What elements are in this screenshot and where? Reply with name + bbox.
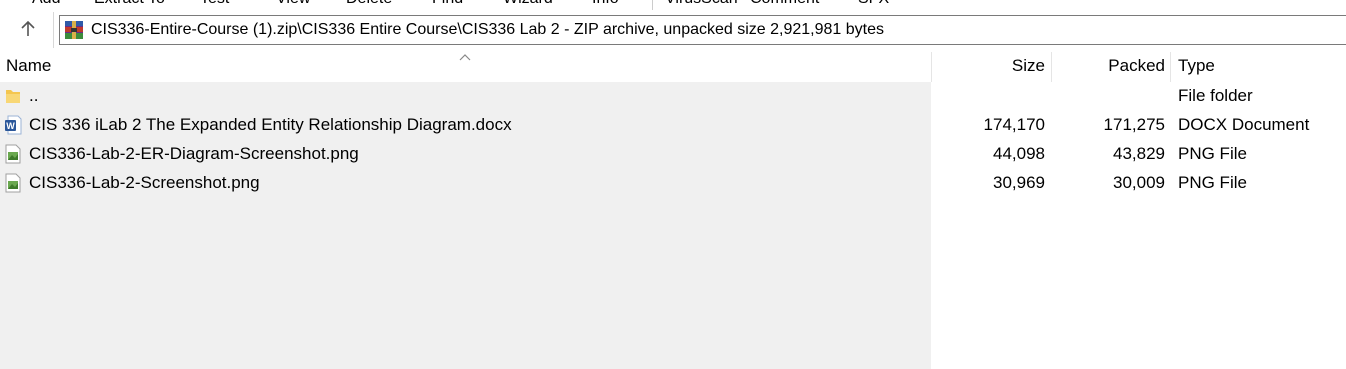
toolbar-info-button[interactable]: Info: [592, 0, 619, 8]
toolbar-virusscan-button[interactable]: VirusScan: [665, 0, 738, 8]
archive-window: Add Extract To Test View Delete Find Wiz…: [0, 0, 1346, 369]
toolbar-delete-button[interactable]: Delete: [346, 0, 392, 8]
file-size: 44,098: [993, 144, 1045, 163]
file-row[interactable]: W CIS 336 iLab 2 The Expanded Entity Rel…: [0, 111, 1346, 140]
toolbar-test-button[interactable]: Test: [200, 0, 229, 8]
column-name-header[interactable]: Name: [6, 56, 51, 76]
column-divider[interactable]: [931, 52, 932, 82]
file-name: CIS 336 iLab 2 The Expanded Entity Relat…: [29, 115, 512, 134]
file-type: PNG File: [1178, 144, 1247, 163]
column-type-header[interactable]: Type: [1178, 56, 1215, 76]
file-type: DOCX Document: [1178, 115, 1310, 134]
file-packed-size: 30,009: [1113, 173, 1165, 192]
column-header: Name Size Packed Type: [0, 52, 1346, 82]
address-divider: [53, 12, 54, 48]
png-file-icon: [5, 144, 21, 164]
file-name: CIS336-Lab-2-ER-Diagram-Screenshot.png: [29, 144, 359, 163]
toolbar-extract-to-button[interactable]: Extract To: [94, 0, 165, 8]
toolbar-separator: [652, 0, 653, 10]
address-path: CIS336-Entire-Course (1).zip\CIS336 Enti…: [91, 21, 885, 38]
up-one-level-button[interactable]: [6, 14, 50, 44]
column-divider[interactable]: [1051, 52, 1052, 82]
svg-text:W: W: [6, 121, 15, 131]
address-bar[interactable]: CIS336-Entire-Course (1).zip\CIS336 Enti…: [59, 15, 1346, 45]
file-type: PNG File: [1178, 173, 1247, 192]
toolbar: Add Extract To Test View Delete Find Wiz…: [0, 0, 1346, 10]
file-type: File folder: [1178, 86, 1253, 105]
file-name: ..: [29, 86, 39, 105]
file-packed-size: 43,829: [1113, 144, 1165, 163]
column-packed-header[interactable]: Packed: [1108, 56, 1165, 76]
file-size: 174,170: [983, 115, 1045, 134]
address-row: CIS336-Entire-Course (1).zip\CIS336 Enti…: [0, 12, 1346, 50]
winrar-archive-icon: [65, 21, 83, 39]
toolbar-wizard-button[interactable]: Wizard: [503, 0, 553, 8]
file-name: CIS336-Lab-2-Screenshot.png: [29, 173, 260, 192]
sort-ascending-icon: [459, 54, 471, 61]
folder-icon: [6, 90, 20, 103]
toolbar-sfx-button[interactable]: SFX: [858, 0, 889, 8]
toolbar-comment-button[interactable]: Comment: [750, 0, 819, 8]
word-document-icon: W: [5, 115, 22, 135]
toolbar-find-button[interactable]: Find: [432, 0, 463, 8]
arrow-up-icon: [21, 20, 35, 36]
column-size-header[interactable]: Size: [1012, 56, 1045, 76]
file-row[interactable]: CIS336-Lab-2-ER-Diagram-Screenshot.png 4…: [0, 140, 1346, 169]
column-divider[interactable]: [1170, 52, 1171, 82]
toolbar-view-button[interactable]: View: [276, 0, 310, 8]
png-file-icon: [5, 173, 21, 193]
file-row-parent-folder[interactable]: .. File folder: [0, 82, 1346, 111]
file-packed-size: 171,275: [1103, 115, 1165, 134]
file-row[interactable]: CIS336-Lab-2-Screenshot.png 30,969 30,00…: [0, 169, 1346, 198]
toolbar-add-button[interactable]: Add: [32, 0, 60, 8]
file-size: 30,969: [993, 173, 1045, 192]
